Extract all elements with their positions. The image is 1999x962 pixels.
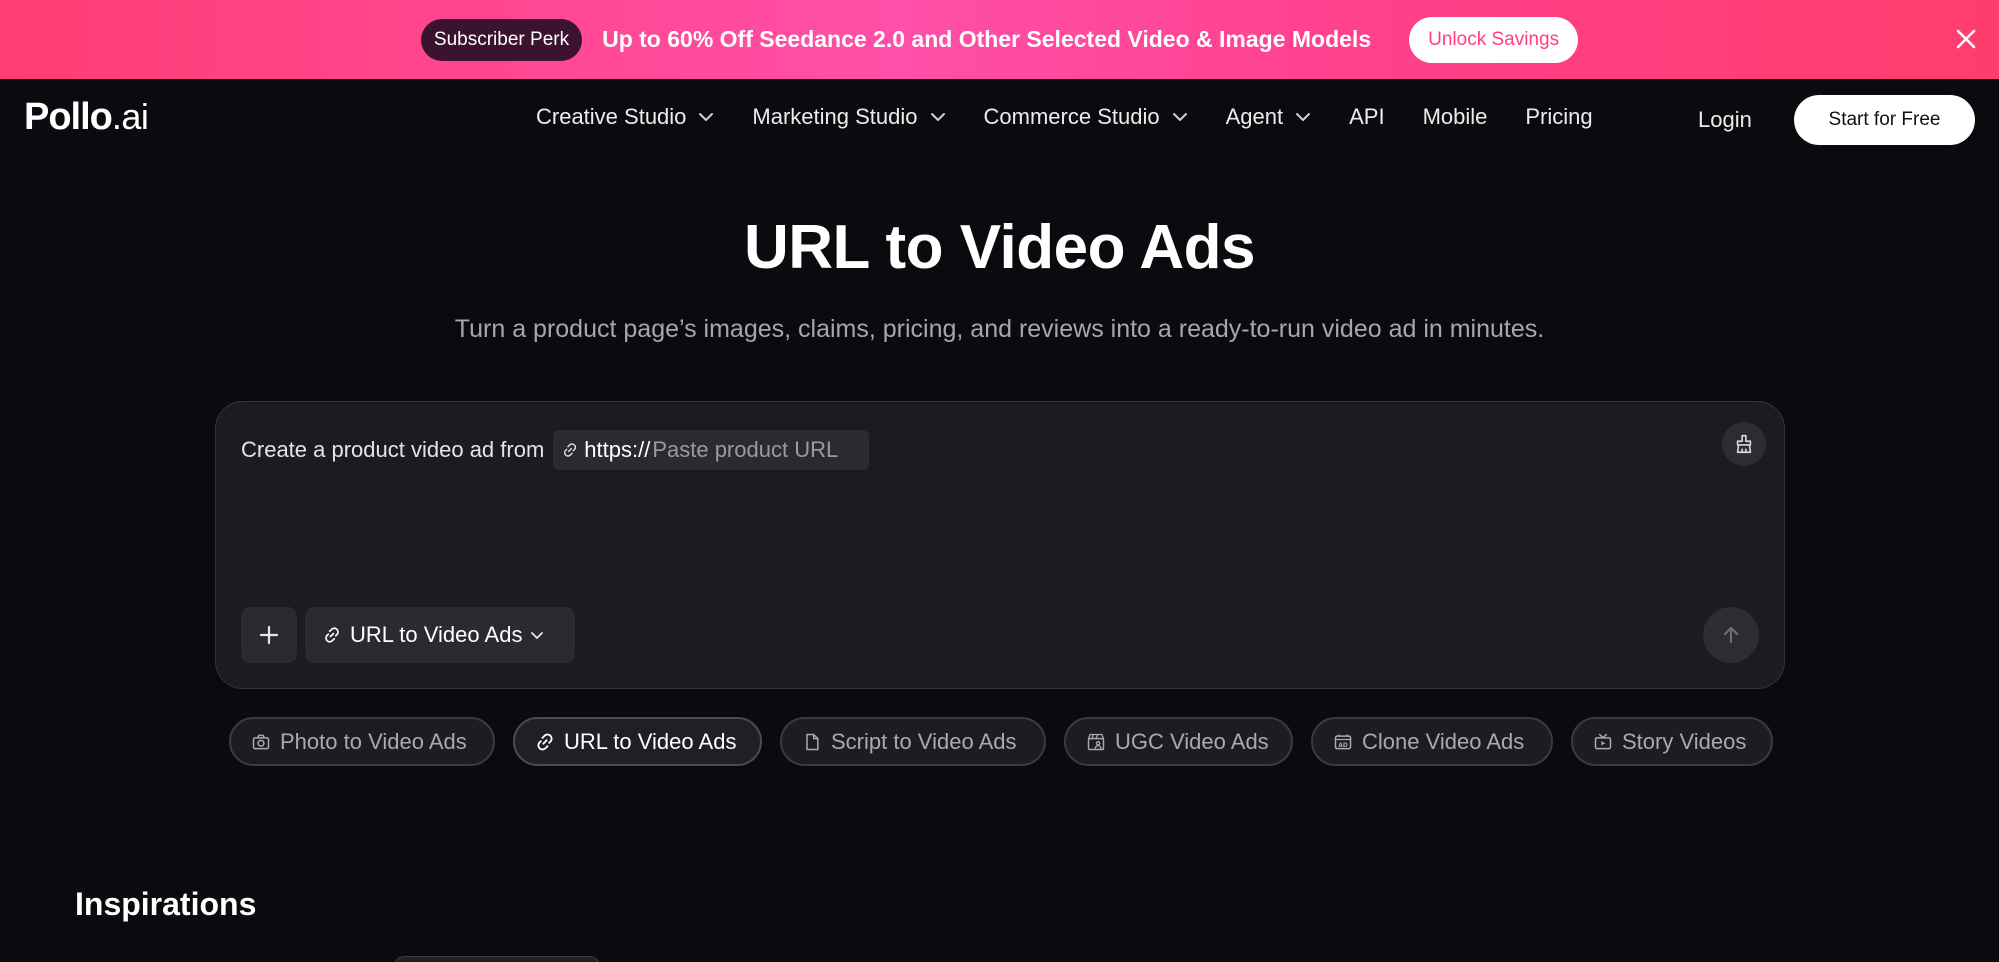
- nav-item-creative-studio[interactable]: Creative Studio: [536, 104, 714, 130]
- close-icon[interactable]: [1951, 24, 1981, 54]
- tab-label: UGC Video Ads: [1115, 728, 1269, 754]
- nav-item-label: API: [1349, 104, 1385, 129]
- promo-content: Subscriber Perk Up to 60% Off Seedance 2…: [420, 16, 1579, 63]
- ad-icon: AD: [1334, 734, 1352, 749]
- prompt-prefix-text: Create a product video ad from: [241, 437, 545, 462]
- tab-label: Photo to Video Ads: [280, 728, 467, 754]
- nav-item-label: Marketing Studio: [752, 104, 918, 129]
- chevron-down-icon: [1172, 113, 1187, 121]
- mode-dropdown[interactable]: URL to Video Ads: [305, 607, 575, 663]
- tab-label: Story Videos: [1622, 728, 1747, 754]
- nav-item-agent[interactable]: Agent: [1226, 104, 1312, 130]
- nav-item-label: Mobile: [1422, 104, 1488, 129]
- nav-item-pricing[interactable]: Pricing: [1525, 104, 1592, 130]
- promo-banner: Subscriber Perk Up to 60% Off Seedance 2…: [0, 0, 1999, 79]
- link-icon: [325, 627, 339, 643]
- product-url-input[interactable]: [652, 437, 858, 463]
- nav-item-marketing-studio[interactable]: Marketing Studio: [752, 104, 945, 130]
- tab-url-to-video-ads[interactable]: URL to Video Ads: [513, 717, 762, 766]
- camera-icon: [252, 734, 270, 749]
- nav-item-commerce-studio[interactable]: Commerce Studio: [984, 104, 1188, 130]
- document-icon: [806, 733, 819, 750]
- nav-item-label: Agent: [1225, 104, 1284, 129]
- nav-item-mobile[interactable]: Mobile: [1423, 104, 1488, 130]
- top-navigation: Pollo .ai Creative Studio Marketing Stud…: [0, 79, 1999, 161]
- promo-text: Up to 60% Off Seedance 2.0 and Other Sel…: [602, 26, 1372, 52]
- chevron-down-icon: [699, 113, 714, 121]
- tab-label: Clone Video Ads: [1362, 728, 1525, 754]
- logo-main-text: Pollo: [24, 96, 113, 138]
- start-for-free-button[interactable]: Start for Free: [1794, 95, 1975, 145]
- page-title: URL to Video Ads: [743, 213, 1256, 282]
- clapperboard-user-icon: [1087, 733, 1105, 750]
- tab-label: Script to Video Ads: [831, 728, 1017, 754]
- logo-suffix-text: .ai: [111, 96, 149, 137]
- chevron-down-icon: [1296, 113, 1311, 121]
- url-prefix: https://: [584, 437, 651, 462]
- url-chip[interactable]: https://: [553, 430, 870, 470]
- brush-icon: [1736, 434, 1752, 454]
- login-link[interactable]: Login: [1698, 107, 1752, 133]
- tab-photo-to-video-ads[interactable]: Photo to Video Ads: [229, 717, 495, 766]
- tab-clone-video-ads[interactable]: AD Clone Video Ads: [1311, 717, 1553, 766]
- tab-ugc-video-ads[interactable]: UGC Video Ads: [1064, 717, 1293, 766]
- tab-script-to-video-ads[interactable]: Script to Video Ads: [780, 717, 1046, 766]
- nav-item-api[interactable]: API: [1349, 104, 1384, 130]
- subscriber-perk-badge: Subscriber Perk: [420, 18, 583, 61]
- chevron-down-icon: [930, 113, 945, 121]
- unlock-savings-button[interactable]: Unlock Savings: [1409, 16, 1579, 63]
- inspirations-heading: Inspirations: [75, 886, 257, 922]
- plus-icon: [259, 625, 279, 645]
- chevron-down-icon: [531, 631, 544, 639]
- arrow-up-icon: [1723, 626, 1739, 644]
- prompt-composer: Create a product video ad from https:// …: [215, 401, 1785, 689]
- svg-text:AD: AD: [1338, 743, 1348, 749]
- prompt-line: Create a product video ad from https://: [241, 430, 870, 470]
- page-subtitle: Turn a product page’s images, claims, pr…: [454, 315, 1545, 343]
- tab-label: URL to Video Ads: [564, 728, 737, 754]
- link-icon: [564, 443, 577, 457]
- tv-play-icon: [1594, 733, 1612, 749]
- clear-prompt-button[interactable]: [1722, 422, 1766, 466]
- tab-story-videos[interactable]: Story Videos: [1571, 717, 1773, 766]
- link-icon: [537, 733, 553, 750]
- nav-item-label: Creative Studio: [536, 104, 687, 129]
- mode-dropdown-label: URL to Video Ads: [350, 622, 523, 647]
- nav-item-label: Pricing: [1525, 104, 1593, 129]
- nav-links: Creative Studio Marketing Studio Commerc…: [536, 104, 1593, 130]
- pollo-logo[interactable]: Pollo .ai: [24, 96, 149, 139]
- inspiration-filter-chip[interactable]: [394, 956, 600, 962]
- add-attachment-button[interactable]: [241, 607, 297, 663]
- nav-item-label: Commerce Studio: [983, 104, 1160, 129]
- submit-button[interactable]: [1703, 607, 1759, 663]
